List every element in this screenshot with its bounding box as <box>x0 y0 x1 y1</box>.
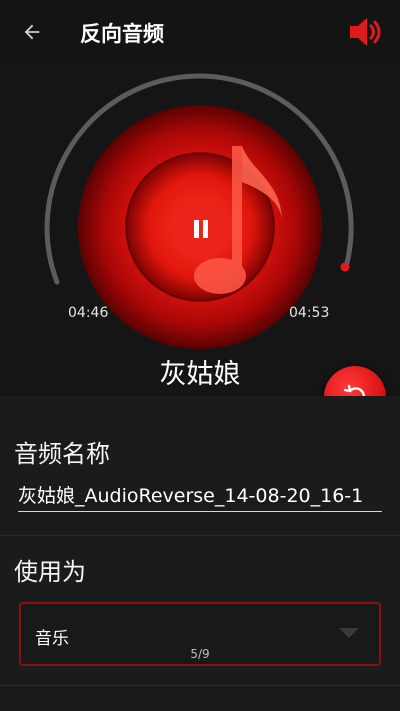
settings-form: 音频名称 使用为 音乐 5/9 <box>0 396 400 711</box>
player-area: 04:46 04:53 灰姑娘 <box>0 62 400 428</box>
dropdown-arrow-icon <box>339 628 359 638</box>
page-indicator: 5/9 <box>190 647 210 661</box>
speaker-volume-icon <box>350 18 381 46</box>
use-as-value: 音乐 <box>35 629 69 649</box>
total-time: 04:53 <box>289 305 330 321</box>
divider <box>0 685 400 686</box>
volume-button[interactable] <box>346 12 386 52</box>
app-bar: 反向音频 <box>0 0 400 62</box>
audio-name-input[interactable] <box>18 478 382 512</box>
pause-icon <box>170 198 232 260</box>
pause-button[interactable] <box>170 198 232 260</box>
divider <box>0 535 400 536</box>
use-as-label: 使用为 <box>14 558 86 586</box>
arrow-left-icon <box>24 24 40 40</box>
audio-name-label: 音频名称 <box>14 440 110 468</box>
elapsed-time: 04:46 <box>68 305 109 321</box>
page-title: 反向音频 <box>80 22 164 46</box>
back-button[interactable] <box>16 16 48 48</box>
progress-knob <box>340 262 350 272</box>
